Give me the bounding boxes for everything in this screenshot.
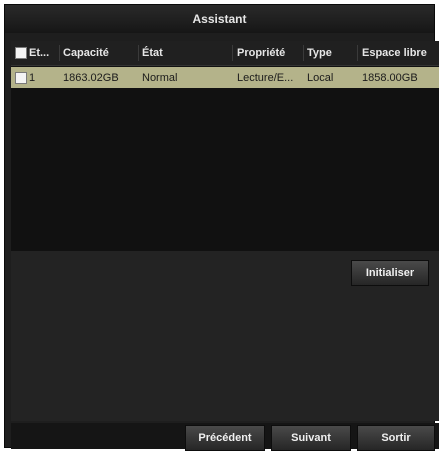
row-checkbox[interactable] <box>15 71 27 84</box>
cell-id: 1 <box>29 71 36 84</box>
cell-state: Normal <box>142 71 178 84</box>
table-row[interactable]: 1 1863.02GB Normal Lecture/E... Local 18… <box>11 67 439 88</box>
initialize-button[interactable]: Initialiser <box>351 260 429 286</box>
hdd-table: Et... Capacité État Propriété Type Espac… <box>11 41 439 251</box>
previous-button[interactable]: Précédent <box>185 425 265 451</box>
cell-capacity: 1863.02GB <box>63 71 119 84</box>
column-header-state[interactable]: État <box>142 41 230 65</box>
column-separator <box>303 45 304 61</box>
column-label-id: Et... <box>29 47 50 59</box>
wizard-window: Assistant Et... Capacité État Propriété … <box>4 4 439 451</box>
header-select-cell: Et... <box>15 41 59 65</box>
column-separator <box>357 45 358 61</box>
column-header-capacity[interactable]: Capacité <box>63 41 137 65</box>
next-button[interactable]: Suivant <box>271 425 351 451</box>
column-header-free-space[interactable]: Espace libre <box>362 41 439 65</box>
table-header: Et... Capacité État Propriété Type Espac… <box>11 41 439 66</box>
cell-type: Local <box>307 71 334 84</box>
column-separator <box>138 45 139 61</box>
column-separator <box>59 45 60 61</box>
cell-free-space: 1858.00GB <box>362 71 418 84</box>
row-select-cell: 1 <box>15 67 59 88</box>
select-all-checkbox[interactable] <box>15 47 27 59</box>
column-header-property[interactable]: Propriété <box>237 41 301 65</box>
window-title: Assistant <box>5 5 434 33</box>
column-header-type[interactable]: Type <box>307 41 355 65</box>
exit-button[interactable]: Sortir <box>357 425 435 451</box>
column-separator <box>232 45 233 61</box>
cell-property: Lecture/E... <box>237 71 294 84</box>
